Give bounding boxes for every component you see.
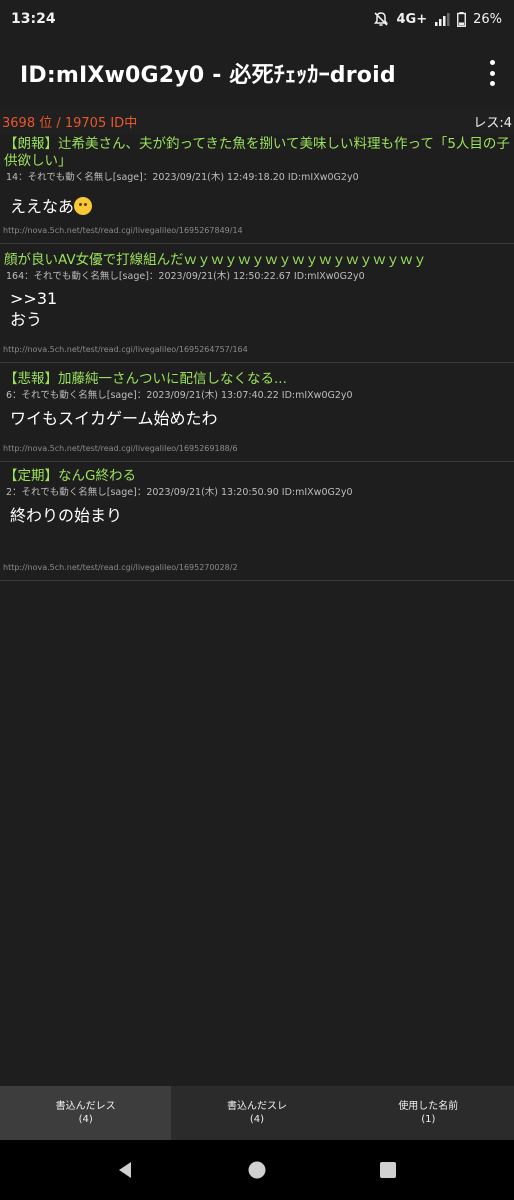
post-list: 【朗報】辻希美さん、夫が釣ってきた魚を捌いて美味しい料理も作って「5人目の子供欲…: [0, 134, 514, 581]
post-body-line: おう: [10, 310, 43, 329]
app-bar: ID:mIXw0G2y0 - 必死ﾁｪｯｶｰdroid: [0, 38, 514, 108]
system-nav-bar: [0, 1140, 514, 1200]
res-count: レス:4: [473, 115, 512, 131]
post-body: ええなあ: [0, 184, 514, 217]
home-icon[interactable]: [237, 1150, 277, 1190]
post-url[interactable]: http://nova.5ch.net/test/read.cgi/livega…: [0, 444, 238, 454]
post-meta: 2：それでも動く名無し[sage]：2023/09/21(木) 13:20:50…: [6, 487, 353, 498]
post-body: 終わりの始まり: [10, 506, 123, 525]
post-meta: 164：それでも動く名無し[sage]：2023/09/21(木) 12:50:…: [6, 271, 365, 282]
tab-label: 使用した名前: [398, 1101, 459, 1112]
app-root: 13:24 4G+ 26% ID:mIXw0G2y0 - 必死ﾁｪｯｶｰdroi…: [0, 0, 514, 1200]
list-item[interactable]: 【定期】なんG終わる 2：それでも動く名無し[sage]：2023/09/21(…: [0, 462, 514, 581]
post-url[interactable]: http://nova.5ch.net/test/read.cgi/livega…: [0, 226, 243, 236]
battery-icon: [457, 11, 467, 27]
post-meta: 14：それでも動く名無し[sage]：2023/09/21(木) 12:49:1…: [6, 172, 359, 183]
status-bar: 13:24 4G+ 26%: [0, 0, 514, 38]
post-url[interactable]: http://nova.5ch.net/test/read.cgi/livega…: [0, 345, 248, 355]
post-body: >>31 おう: [0, 283, 514, 330]
tab-label: 書込んだスレ: [226, 1101, 287, 1112]
hugging-face-icon: [74, 197, 93, 215]
list-item[interactable]: 【朗報】辻希美さん、夫が釣ってきた魚を捌いて美味しい料理も作って「5人目の子供欲…: [0, 134, 514, 244]
overflow-menu-icon[interactable]: [484, 60, 500, 86]
post-body: ワイもスイカゲーム始めたわ: [10, 409, 218, 428]
thread-title[interactable]: 【定期】なんG終わる: [0, 462, 514, 485]
thread-title[interactable]: 【悲報】加藤純一さんついに配信しなくなる...: [0, 363, 514, 388]
tab-count: (1): [421, 1114, 436, 1125]
tab-label: 書込んだレス: [55, 1101, 116, 1112]
bell-off-icon: [373, 11, 389, 27]
battery-level: 26%: [473, 11, 502, 27]
list-item[interactable]: 顔が良いAV女優で打線組んだｗｙｗｙｗｙｗｙｗｙｗｙｗｙｗｙｗｙ 164：それで…: [0, 244, 514, 363]
app-title: ID:mIXw0G2y0 - 必死ﾁｪｯｶｰdroid: [20, 63, 396, 88]
thread-title[interactable]: 顔が良いAV女優で打線組んだｗｙｗｙｗｙｗｙｗｙｗｙｗｙｗｙｗｙ: [0, 244, 514, 269]
anchor-link[interactable]: >>31: [10, 288, 514, 309]
tab-written-threads[interactable]: 書込んだスレ (4): [171, 1086, 342, 1140]
status-icons: 4G+ 26%: [373, 11, 502, 27]
signal-icon: [434, 12, 450, 26]
rank-text: 3698 位 / 19705 ID中: [2, 115, 138, 131]
list-item[interactable]: 【悲報】加藤純一さんついに配信しなくなる... 6：それでも動く名無し[sage…: [0, 363, 514, 462]
back-icon[interactable]: [106, 1150, 146, 1190]
thread-title[interactable]: 【朗報】辻希美さん、夫が釣ってきた魚を捌いて美味しい料理も作って「5人目の子供欲…: [0, 134, 514, 170]
tab-count: (4): [249, 1114, 265, 1125]
summary-bar: 3698 位 / 19705 ID中 レス:4: [0, 108, 514, 134]
status-time: 13:24: [11, 11, 56, 27]
post-meta: 6：それでも動く名無し[sage]：2023/09/21(木) 13:07:40…: [6, 390, 353, 401]
tab-written-res[interactable]: 書込んだレス (4): [0, 1086, 172, 1140]
network-type: 4G+: [396, 11, 428, 27]
tab-used-names[interactable]: 使用した名前 (1): [343, 1086, 514, 1140]
recents-icon[interactable]: [368, 1150, 408, 1190]
post-url[interactable]: http://nova.5ch.net/test/read.cgi/livega…: [0, 563, 238, 573]
bottom-tabs: 書込んだレス (4) 書込んだスレ (4) 使用した名前 (1): [0, 1086, 514, 1140]
tab-count: (4): [78, 1114, 93, 1125]
